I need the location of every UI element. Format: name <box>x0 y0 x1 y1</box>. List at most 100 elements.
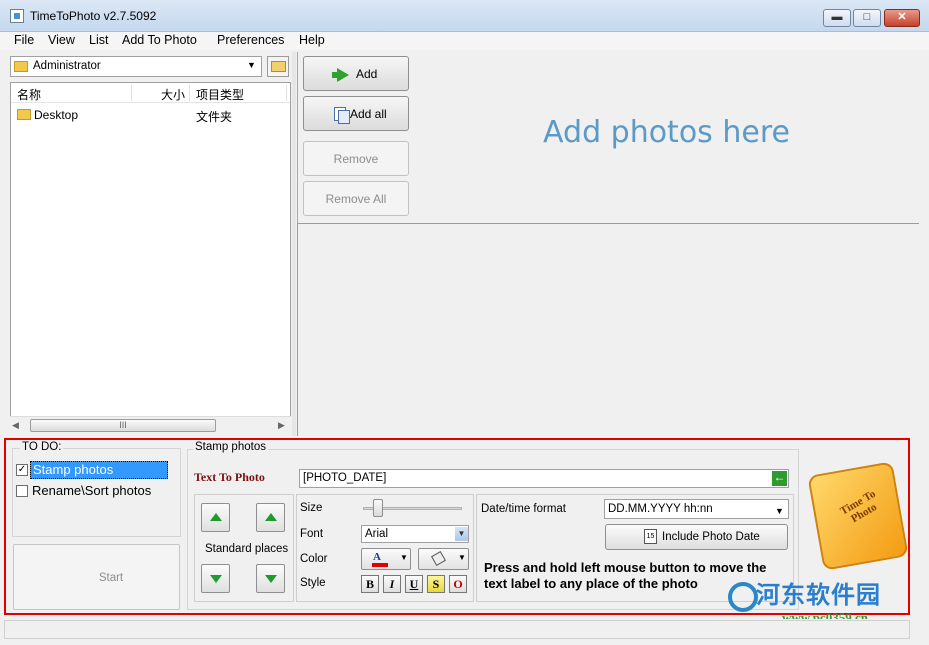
style-label: Style <box>300 577 326 589</box>
menu-list[interactable]: List <box>89 32 108 50</box>
bold-button[interactable]: B <box>361 575 379 593</box>
maximize-button[interactable]: □ <box>853 9 881 27</box>
add-all-label: Add all <box>350 107 387 121</box>
font-select-value: Arial <box>365 528 389 540</box>
font-label: Font <box>300 528 324 540</box>
menu-view[interactable]: View <box>48 32 75 50</box>
arrow-down-icon <box>265 575 277 583</box>
datetime-format-label: Date/time format <box>481 503 566 515</box>
calendar-icon: 15 <box>644 529 657 544</box>
include-photo-date-label: Include Photo Date <box>662 531 760 543</box>
up-folder-button[interactable] <box>267 56 289 77</box>
standard-places-label: Standard places <box>205 543 289 555</box>
maximize-icon: □ <box>863 11 871 23</box>
stamp-photos-checkbox[interactable]: ✓ <box>16 464 28 476</box>
italic-button[interactable]: I <box>383 575 401 593</box>
add-label: Add <box>356 67 378 81</box>
list-item[interactable]: Desktop 文件夹 <box>11 107 290 125</box>
horizontal-scrollbar[interactable]: ◀ III ▶ <box>10 416 291 434</box>
documents-icon <box>338 110 350 124</box>
menu-help[interactable]: Help <box>299 32 325 50</box>
splitter[interactable] <box>292 52 296 436</box>
rename-sort-checkbox[interactable] <box>16 485 28 497</box>
folder-combo[interactable]: Administrator ▼ <box>10 56 262 77</box>
font-color-swatch <box>372 563 388 567</box>
color-label: Color <box>300 553 328 565</box>
apply-arrow-icon[interactable]: ← <box>772 471 787 486</box>
text-to-photo-input[interactable]: [PHOTO_DATE] <box>299 469 789 488</box>
column-name[interactable]: 名称 <box>17 86 41 103</box>
folder-combo-value: Administrator <box>33 60 101 72</box>
paint-bucket-icon <box>430 550 447 567</box>
column-type[interactable]: 项目类型 <box>196 86 244 103</box>
place-top-right-button[interactable] <box>256 503 285 532</box>
photo-preview-area[interactable] <box>297 223 919 436</box>
stamp-photos-label[interactable]: Stamp photos <box>30 461 168 479</box>
underline-button[interactable]: U <box>405 575 423 593</box>
scrollbar-thumb[interactable]: III <box>30 419 216 432</box>
arrow-up-icon <box>265 513 277 521</box>
text-to-photo-label: Text To Photo <box>194 470 265 484</box>
column-divider[interactable] <box>131 85 132 101</box>
item-type: 文件夹 <box>196 110 233 124</box>
rename-sort-label[interactable]: Rename\Sort photos <box>32 483 151 498</box>
close-button[interactable]: ✕ <box>884 9 920 27</box>
size-label: Size <box>300 502 323 514</box>
item-name: Desktop <box>34 108 79 122</box>
status-field <box>4 620 910 639</box>
folder-up-icon <box>271 61 286 72</box>
datetime-format-value: DD.MM.YYYY hh:nn <box>608 503 713 515</box>
arrow-down-icon <box>210 575 222 583</box>
outline-button[interactable]: O <box>449 575 467 593</box>
menu-file[interactable]: File <box>14 32 34 50</box>
size-slider-thumb[interactable] <box>373 499 383 517</box>
minimize-icon: ▬ <box>831 11 843 23</box>
add-button[interactable]: Add <box>303 56 409 91</box>
file-list-header: 名称 大小 项目类型 <box>11 83 290 103</box>
title-bar: TimeToPhoto v2.7.5092 ▬ □ ✕ <box>0 0 929 32</box>
chevron-down-icon: ▼ <box>775 506 784 516</box>
chevron-down-icon: ▼ <box>400 553 408 562</box>
chevron-down-icon: ▼ <box>455 527 468 541</box>
arrow-right-icon <box>337 68 349 82</box>
app-icon <box>10 9 24 23</box>
column-divider[interactable] <box>286 85 287 101</box>
photo-drop-area[interactable]: Add photos here <box>414 52 919 222</box>
column-size[interactable]: 大小 <box>161 86 185 103</box>
place-top-left-button[interactable] <box>201 503 230 532</box>
todo-title: TO DO: <box>20 441 64 453</box>
font-color-button[interactable]: A ▼ <box>361 548 411 570</box>
background-color-button[interactable]: ▼ <box>418 548 469 570</box>
remove-label: Remove <box>333 152 379 166</box>
start-label: Start <box>98 572 124 584</box>
include-photo-date-button[interactable]: 15 Include Photo Date <box>605 524 788 550</box>
watermark-logo-icon <box>728 582 758 612</box>
menu-preferences[interactable]: Preferences <box>217 32 284 50</box>
close-icon: ✕ <box>897 11 907 23</box>
chevron-down-icon: ▼ <box>247 60 256 70</box>
scroll-left-icon[interactable]: ◀ <box>12 420 19 431</box>
place-bottom-right-button[interactable] <box>256 564 285 593</box>
minimize-button[interactable]: ▬ <box>823 9 851 27</box>
menu-bar: File View List Add To Photo Preferences … <box>0 32 929 50</box>
folder-icon <box>14 61 28 72</box>
font-select[interactable]: Arial ▼ <box>361 525 469 543</box>
menu-add-to-photo[interactable]: Add To Photo <box>122 32 197 50</box>
add-photos-hint: Add photos here <box>543 115 790 150</box>
file-list[interactable]: 名称 大小 项目类型 Desktop 文件夹 <box>10 82 291 434</box>
remove-button[interactable]: Remove <box>303 141 409 176</box>
datetime-format-select[interactable]: DD.MM.YYYY hh:nn ▼ <box>604 499 789 519</box>
font-color-icon: A <box>373 551 381 563</box>
folder-icon <box>17 109 31 120</box>
start-button[interactable]: Start <box>13 544 180 610</box>
arrow-up-icon <box>210 513 222 521</box>
window-title: TimeToPhoto v2.7.5092 <box>30 9 157 23</box>
add-all-button[interactable]: Add all <box>303 96 409 131</box>
shadow-button[interactable]: S <box>427 575 445 593</box>
scroll-right-icon[interactable]: ▶ <box>278 420 285 431</box>
column-divider[interactable] <box>189 85 190 101</box>
remove-all-label: Remove All <box>325 192 387 206</box>
remove-all-button[interactable]: Remove All <box>303 181 409 216</box>
chevron-down-icon: ▼ <box>458 553 466 562</box>
place-bottom-left-button[interactable] <box>201 564 230 593</box>
